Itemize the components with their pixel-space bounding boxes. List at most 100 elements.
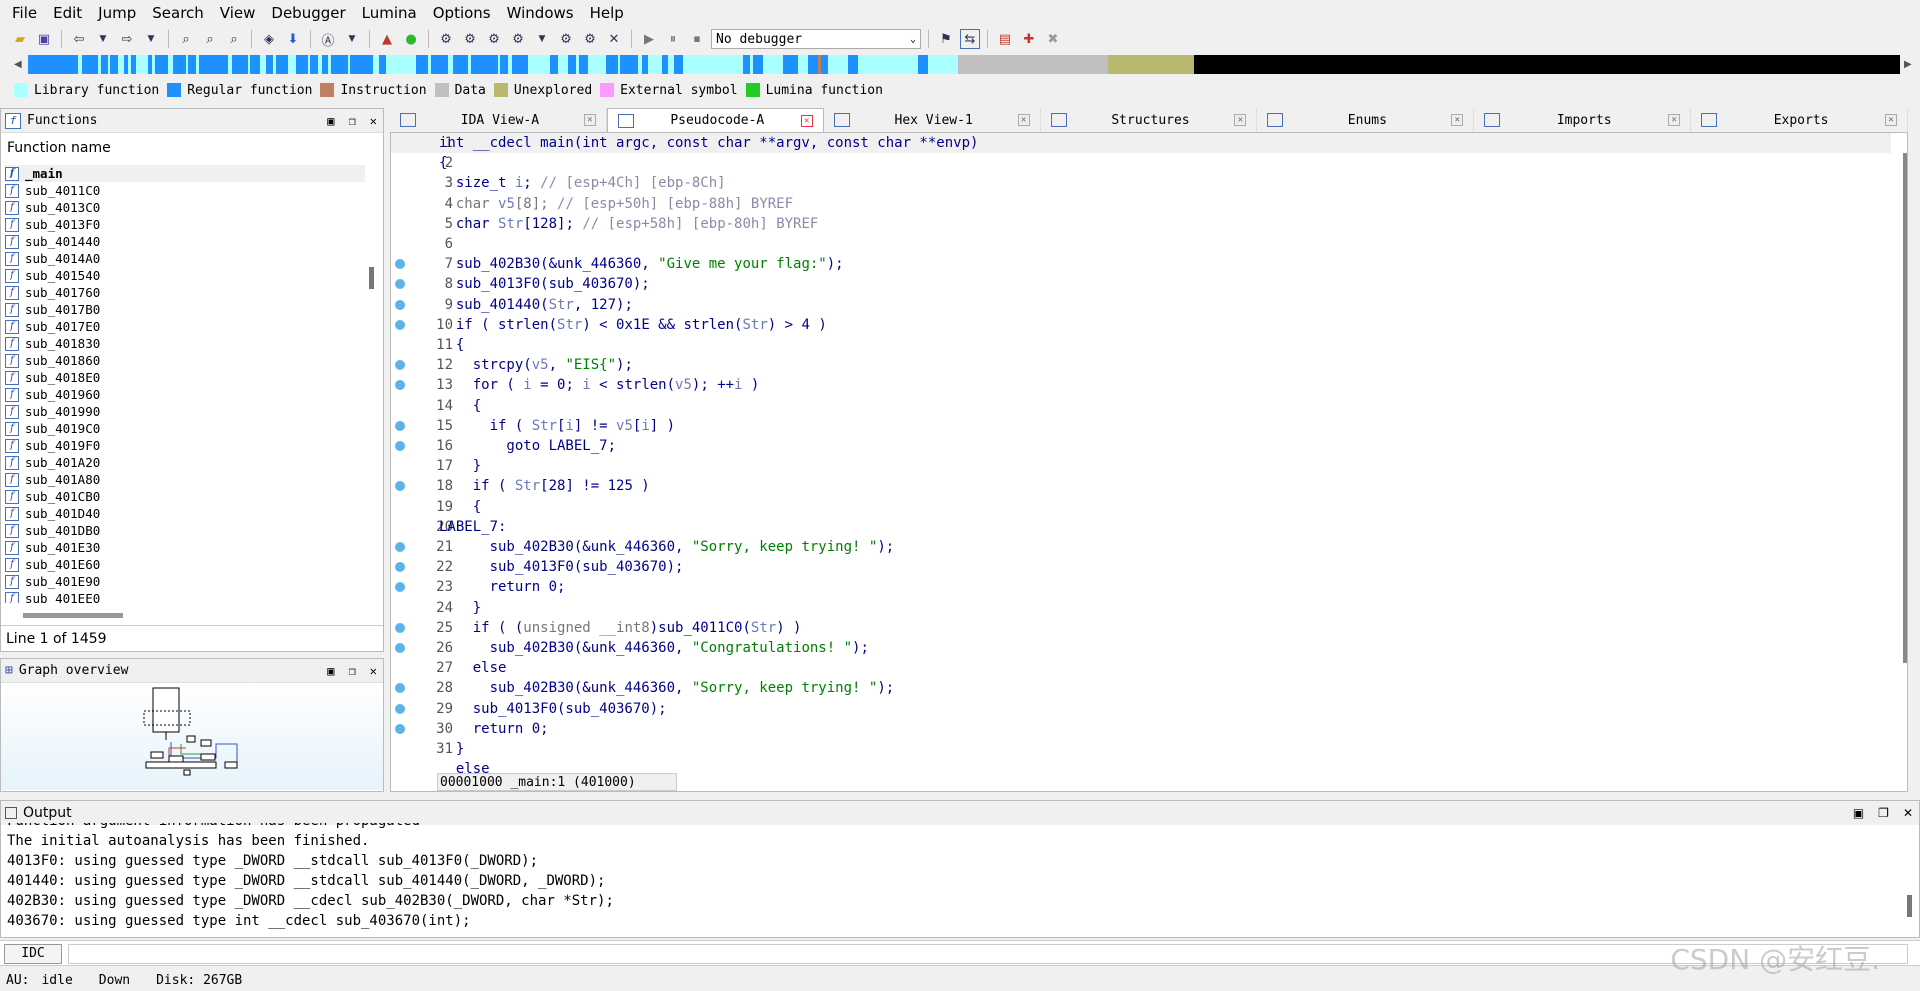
breakpoint-icon[interactable]: ✚ [1019, 29, 1039, 49]
menu-windows[interactable]: Windows [499, 0, 582, 26]
tab-close-icon[interactable]: ✕ [1017, 114, 1030, 126]
menu-search[interactable]: Search [144, 0, 212, 26]
scrollbar-thumb[interactable] [369, 267, 374, 289]
jump-address-icon[interactable]: ◈ [259, 29, 279, 49]
plugin-icon-2[interactable]: ⚙ [460, 29, 480, 49]
plugin-icon-5[interactable]: ⚙ [556, 29, 576, 49]
function-list-item[interactable]: f sub_4013C0 [5, 199, 365, 216]
close-icon[interactable]: ✕ [1903, 806, 1913, 820]
breakpoint-marker-icon[interactable] [395, 582, 405, 593]
function-list-item[interactable]: f sub_401830 [5, 335, 365, 352]
function-list-item[interactable]: f sub_401540 [5, 267, 365, 284]
code-line[interactable]: 11 { [391, 335, 1891, 355]
restore-icon[interactable]: ❐ [1878, 806, 1889, 820]
command-input[interactable] [68, 944, 1908, 964]
tab-close-icon[interactable]: ✕ [583, 114, 596, 126]
breakpoint-marker-icon[interactable] [395, 259, 405, 270]
menu-debugger[interactable]: Debugger [263, 0, 353, 26]
code-line[interactable]: 30 return 0; [391, 719, 1891, 739]
function-list-item[interactable]: f sub_401960 [5, 386, 365, 403]
maximize-icon[interactable]: ▣ [1853, 806, 1864, 820]
code-line[interactable]: 20 LABEL_7: [391, 517, 1891, 537]
code-line[interactable]: 1 int __cdecl main(int argc, const char *… [391, 133, 1891, 153]
function-list-item[interactable]: f sub_4011C0 [5, 182, 365, 199]
code-line[interactable]: 13 for ( i = 0; i < strlen(v5); ++i ) [391, 375, 1891, 395]
maximize-icon[interactable]: ▣ [327, 664, 334, 678]
tab-imports[interactable]: Imports ✕ [1474, 108, 1692, 132]
breakpoint-marker-icon[interactable] [395, 380, 405, 391]
code-line[interactable]: 17 } [391, 456, 1891, 476]
close-x-icon[interactable]: ✕ [604, 29, 624, 49]
breakpoint-marker-icon[interactable] [395, 319, 405, 330]
breakpoint-marker-icon[interactable] [395, 723, 405, 734]
code-line[interactable]: 10 if ( strlen(Str) < 0x1E && strlen(Str… [391, 315, 1891, 335]
tab-pseudocode-a[interactable]: Pseudocode-A ✕ [606, 108, 824, 132]
dropdown-arrow-icon[interactable]: ▼ [342, 29, 362, 49]
code-line[interactable]: 8 sub_4013F0(sub_403670); [391, 274, 1891, 294]
function-list-item[interactable]: f sub_401CB0 [5, 488, 365, 505]
breakpoint-marker-icon[interactable] [395, 683, 405, 694]
function-list-scrollbar[interactable] [369, 159, 375, 599]
function-list-item[interactable]: f sub_401A20 [5, 454, 365, 471]
nav-left-arrow-icon[interactable]: ◀ [14, 55, 26, 74]
code-line[interactable]: 3 size_t i; // [esp+4Ch] [ebp-8Ch] [391, 173, 1891, 193]
breakpoint-marker-icon[interactable] [395, 542, 405, 552]
function-list-item[interactable]: f sub_401E60 [5, 556, 365, 573]
debug-option-icon-2[interactable]: ⇆ [960, 29, 980, 49]
code-line[interactable]: 18 if ( Str[28] != 125 ) [391, 476, 1891, 496]
code-line[interactable]: 6 [391, 234, 1891, 254]
text-mode-icon[interactable]: Ⓐ [318, 29, 338, 49]
function-list-item[interactable]: f sub_4014A0 [5, 250, 365, 267]
code-line[interactable]: 15 if ( Str[i] != v5[i] ) [391, 416, 1891, 436]
code-line[interactable]: 25 if ( (unsigned __int8)sub_4011C0(Str)… [391, 618, 1891, 638]
disabled-tool-icon[interactable]: ✖ [1043, 29, 1063, 49]
function-list-item[interactable]: f sub_4019C0 [5, 420, 365, 437]
code-line[interactable]: 9 sub_401440(Str, 127); [391, 295, 1891, 315]
function-name-column-header[interactable]: Function name [1, 137, 383, 159]
code-line[interactable]: 14 { [391, 396, 1891, 416]
breakpoint-marker-icon[interactable] [395, 562, 405, 573]
tab-close-icon[interactable]: ✕ [1885, 114, 1898, 126]
function-list-item[interactable]: f sub_401A80 [5, 471, 365, 488]
function-list-item[interactable]: f sub_401860 [5, 352, 365, 369]
play-icon[interactable]: ▶ [639, 29, 659, 49]
search-text-icon[interactable]: ⌕ [176, 29, 196, 49]
tab-close-icon[interactable]: ✕ [1451, 114, 1464, 126]
code-line[interactable]: 21 sub_402B30(&unk_446360, "Sorry, keep … [391, 537, 1891, 557]
function-list-item[interactable]: f sub_401760 [5, 284, 365, 301]
save-icon[interactable]: ▣ [34, 29, 54, 49]
menu-edit[interactable]: Edit [45, 0, 90, 26]
tab-structures[interactable]: Structures ✕ [1041, 108, 1258, 132]
code-line[interactable]: 16 goto LABEL_7; [391, 436, 1891, 456]
code-line[interactable]: 7 sub_402B30(&unk_446360, "Give me your … [391, 254, 1891, 274]
menu-jump[interactable]: Jump [90, 0, 144, 26]
function-list-item[interactable]: f sub_4017B0 [5, 301, 365, 318]
function-list-item[interactable]: f sub_401E30 [5, 539, 365, 556]
open-folder-icon[interactable]: ▰ [10, 29, 30, 49]
code-line[interactable]: 23 return 0; [391, 577, 1891, 597]
function-list-item[interactable]: f sub_401D40 [5, 505, 365, 522]
pseudocode-text-area[interactable]: 1 int __cdecl main(int argc, const char *… [391, 133, 1891, 773]
code-line[interactable]: 26 sub_402B30(&unk_446360, "Congratulati… [391, 638, 1891, 658]
maximize-icon[interactable]: ▣ [327, 114, 334, 128]
close-icon[interactable]: ✕ [370, 664, 377, 678]
plugin-icon-1[interactable]: ⚙ [436, 29, 456, 49]
back-icon[interactable]: ⇦ [69, 29, 89, 49]
tab-enums[interactable]: Enums ✕ [1257, 108, 1475, 132]
navigation-band[interactable] [28, 55, 1900, 74]
code-line[interactable]: 28 sub_402B30(&unk_446360, "Sorry, keep … [391, 678, 1891, 698]
function-list-item[interactable]: f sub_401E90 [5, 573, 365, 590]
code-line[interactable]: 2{ [391, 153, 1891, 173]
plugin-icon-3[interactable]: ⚙ [484, 29, 504, 49]
function-list-item[interactable]: f sub_401EE0 [5, 590, 365, 603]
stop-icon[interactable]: ⏹ [687, 29, 707, 49]
breakpoint-marker-icon[interactable] [395, 622, 405, 633]
down-arrow-icon[interactable]: ⬇ [283, 29, 303, 49]
code-line[interactable]: 12 strcpy(v5, "EIS{"); [391, 355, 1891, 375]
function-list-item[interactable]: f sub_4018E0 [5, 369, 365, 386]
forward-icon[interactable]: ⇨ [117, 29, 137, 49]
tab-ida-view-a[interactable]: IDA View-A ✕ [390, 108, 607, 132]
dropdown-arrow-icon[interactable]: ▼ [532, 29, 552, 49]
code-line[interactable]: 31 } [391, 739, 1891, 759]
menu-help[interactable]: Help [582, 0, 632, 26]
